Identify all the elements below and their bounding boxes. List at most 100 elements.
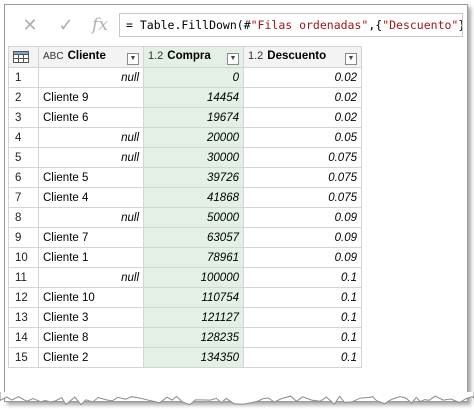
row-number[interactable]: 15 xyxy=(8,347,39,368)
row-number[interactable]: 4 xyxy=(8,127,39,148)
table-row[interactable]: 3 Cliente 6 19674 0.02 xyxy=(8,107,362,128)
cancel-icon[interactable]: ✕ xyxy=(19,15,41,35)
row-number[interactable]: 1 xyxy=(8,67,39,88)
cell-compra[interactable]: 121127 xyxy=(143,307,244,328)
cell-descuento[interactable]: 0.1 xyxy=(243,287,362,308)
cell-cliente[interactable]: null xyxy=(38,127,144,148)
cell-cliente[interactable]: Cliente 3 xyxy=(38,307,144,328)
column-label: Compra xyxy=(167,49,211,62)
cell-descuento[interactable]: 0.02 xyxy=(243,87,362,108)
table-row[interactable]: 13 Cliente 3 121127 0.1 xyxy=(8,307,362,328)
formula-prefix: = Table.FillDown(# xyxy=(126,18,251,32)
decimal-type-icon[interactable]: 1.2 xyxy=(148,50,163,62)
row-number[interactable]: 5 xyxy=(8,147,39,168)
row-number[interactable]: 3 xyxy=(8,107,39,128)
filter-dropdown-icon[interactable]: ▼ xyxy=(227,52,239,65)
column-header-compra[interactable]: 1.2 Compra ▼ xyxy=(143,46,244,68)
cell-cliente[interactable]: Cliente 2 xyxy=(38,347,144,368)
cell-cliente[interactable]: null xyxy=(38,147,144,168)
cell-compra[interactable]: 41868 xyxy=(143,187,244,208)
cell-descuento[interactable]: 0.1 xyxy=(243,307,362,328)
table-row[interactable]: 5 null 30000 0.075 xyxy=(8,147,362,168)
cell-compra[interactable]: 14454 xyxy=(143,87,244,108)
formula-mid: ,{ xyxy=(368,18,383,32)
decimal-type-icon[interactable]: 1.2 xyxy=(248,50,263,62)
cell-cliente[interactable]: Cliente 6 xyxy=(38,107,144,128)
cell-compra[interactable]: 0 xyxy=(143,67,244,88)
cell-compra[interactable]: 78961 xyxy=(143,247,244,268)
cell-descuento[interactable]: 0.02 xyxy=(243,107,362,128)
cell-descuento[interactable]: 0.02 xyxy=(243,67,362,88)
formula-bar: ✕ ✓ fx = Table.FillDown(#"Filas ordenada… xyxy=(5,5,467,45)
cell-compra[interactable]: 110754 xyxy=(143,287,244,308)
formula-suffix: }) xyxy=(458,18,462,32)
cell-cliente[interactable]: Cliente 8 xyxy=(38,327,144,348)
cell-descuento[interactable]: 0.09 xyxy=(243,207,362,228)
row-number[interactable]: 7 xyxy=(8,187,39,208)
table-row[interactable]: 11 null 100000 0.1 xyxy=(8,267,362,288)
check-icon[interactable]: ✓ xyxy=(55,15,77,35)
cell-cliente[interactable]: null xyxy=(38,67,144,88)
cell-descuento[interactable]: 0.1 xyxy=(243,347,362,368)
table-row[interactable]: 15 Cliente 2 134350 0.1 xyxy=(8,347,362,368)
row-number[interactable]: 12 xyxy=(8,287,39,308)
cell-compra[interactable]: 50000 xyxy=(143,207,244,228)
header-row: ABC Cliente ▼ 1.2 Compra ▼ 1.2 Descuento ▼ xyxy=(8,46,362,68)
fx-icon[interactable]: fx xyxy=(89,15,111,35)
table-row[interactable]: 4 null 20000 0.05 xyxy=(8,127,362,148)
column-header-cliente[interactable]: ABC Cliente ▼ xyxy=(38,46,144,68)
cell-compra[interactable]: 63057 xyxy=(143,227,244,248)
cell-cliente[interactable]: Cliente 4 xyxy=(38,187,144,208)
cell-compra[interactable]: 20000 xyxy=(143,127,244,148)
cell-descuento[interactable]: 0.075 xyxy=(243,147,362,168)
table-row[interactable]: 1 null 0 0.02 xyxy=(8,67,362,88)
filter-dropdown-icon[interactable]: ▼ xyxy=(345,52,357,65)
cell-compra[interactable]: 128235 xyxy=(143,327,244,348)
table-row[interactable]: 10 Cliente 1 78961 0.09 xyxy=(8,247,362,268)
torn-edge xyxy=(0,392,474,406)
table-row[interactable]: 9 Cliente 7 63057 0.09 xyxy=(8,227,362,248)
cell-compra[interactable]: 100000 xyxy=(143,267,244,288)
cell-cliente[interactable]: Cliente 5 xyxy=(38,167,144,188)
row-number[interactable]: 11 xyxy=(8,267,39,288)
table-row[interactable]: 6 Cliente 5 39726 0.075 xyxy=(8,167,362,188)
cell-cliente[interactable]: null xyxy=(38,267,144,288)
cell-compra[interactable]: 39726 xyxy=(143,167,244,188)
table-row[interactable]: 12 Cliente 10 110754 0.1 xyxy=(8,287,362,308)
row-number[interactable]: 6 xyxy=(8,167,39,188)
row-number[interactable]: 2 xyxy=(8,87,39,108)
row-number[interactable]: 13 xyxy=(8,307,39,328)
cell-descuento[interactable]: 0.075 xyxy=(243,187,362,208)
cell-descuento[interactable]: 0.075 xyxy=(243,167,362,188)
cell-cliente[interactable]: Cliente 7 xyxy=(38,227,144,248)
cell-cliente[interactable]: Cliente 10 xyxy=(38,287,144,308)
formula-string-2: "Descuento" xyxy=(382,18,459,32)
cell-compra[interactable]: 30000 xyxy=(143,147,244,168)
column-header-descuento[interactable]: 1.2 Descuento ▼ xyxy=(243,46,362,68)
table-menu-button[interactable] xyxy=(8,46,39,68)
table-row[interactable]: 8 null 50000 0.09 xyxy=(8,207,362,228)
cell-cliente[interactable]: null xyxy=(38,207,144,228)
cell-cliente[interactable]: Cliente 1 xyxy=(38,247,144,268)
filter-dropdown-icon[interactable]: ▼ xyxy=(127,52,139,65)
power-query-preview: ✕ ✓ fx = Table.FillDown(#"Filas ordenada… xyxy=(4,4,468,402)
row-number[interactable]: 9 xyxy=(8,227,39,248)
data-grid: ABC Cliente ▼ 1.2 Compra ▼ 1.2 Descuento ▼ … xyxy=(8,46,362,368)
cell-compra[interactable]: 134350 xyxy=(143,347,244,368)
cell-descuento[interactable]: 0.1 xyxy=(243,267,362,288)
table-row[interactable]: 14 Cliente 8 128235 0.1 xyxy=(8,327,362,348)
cell-descuento[interactable]: 0.05 xyxy=(243,127,362,148)
text-type-icon[interactable]: ABC xyxy=(43,51,64,62)
cell-descuento[interactable]: 0.09 xyxy=(243,247,362,268)
cell-descuento[interactable]: 0.09 xyxy=(243,227,362,248)
table-row[interactable]: 2 Cliente 9 14454 0.02 xyxy=(8,87,362,108)
cell-descuento[interactable]: 0.1 xyxy=(243,327,362,348)
cell-cliente[interactable]: Cliente 9 xyxy=(38,87,144,108)
row-number[interactable]: 14 xyxy=(8,327,39,348)
table-row[interactable]: 7 Cliente 4 41868 0.075 xyxy=(8,187,362,208)
cell-compra[interactable]: 19674 xyxy=(143,107,244,128)
formula-string-1: "Filas ordenadas" xyxy=(250,18,369,32)
row-number[interactable]: 8 xyxy=(8,207,39,228)
row-number[interactable]: 10 xyxy=(8,247,39,268)
formula-input[interactable]: = Table.FillDown(#"Filas ordenadas",{"De… xyxy=(119,13,463,37)
